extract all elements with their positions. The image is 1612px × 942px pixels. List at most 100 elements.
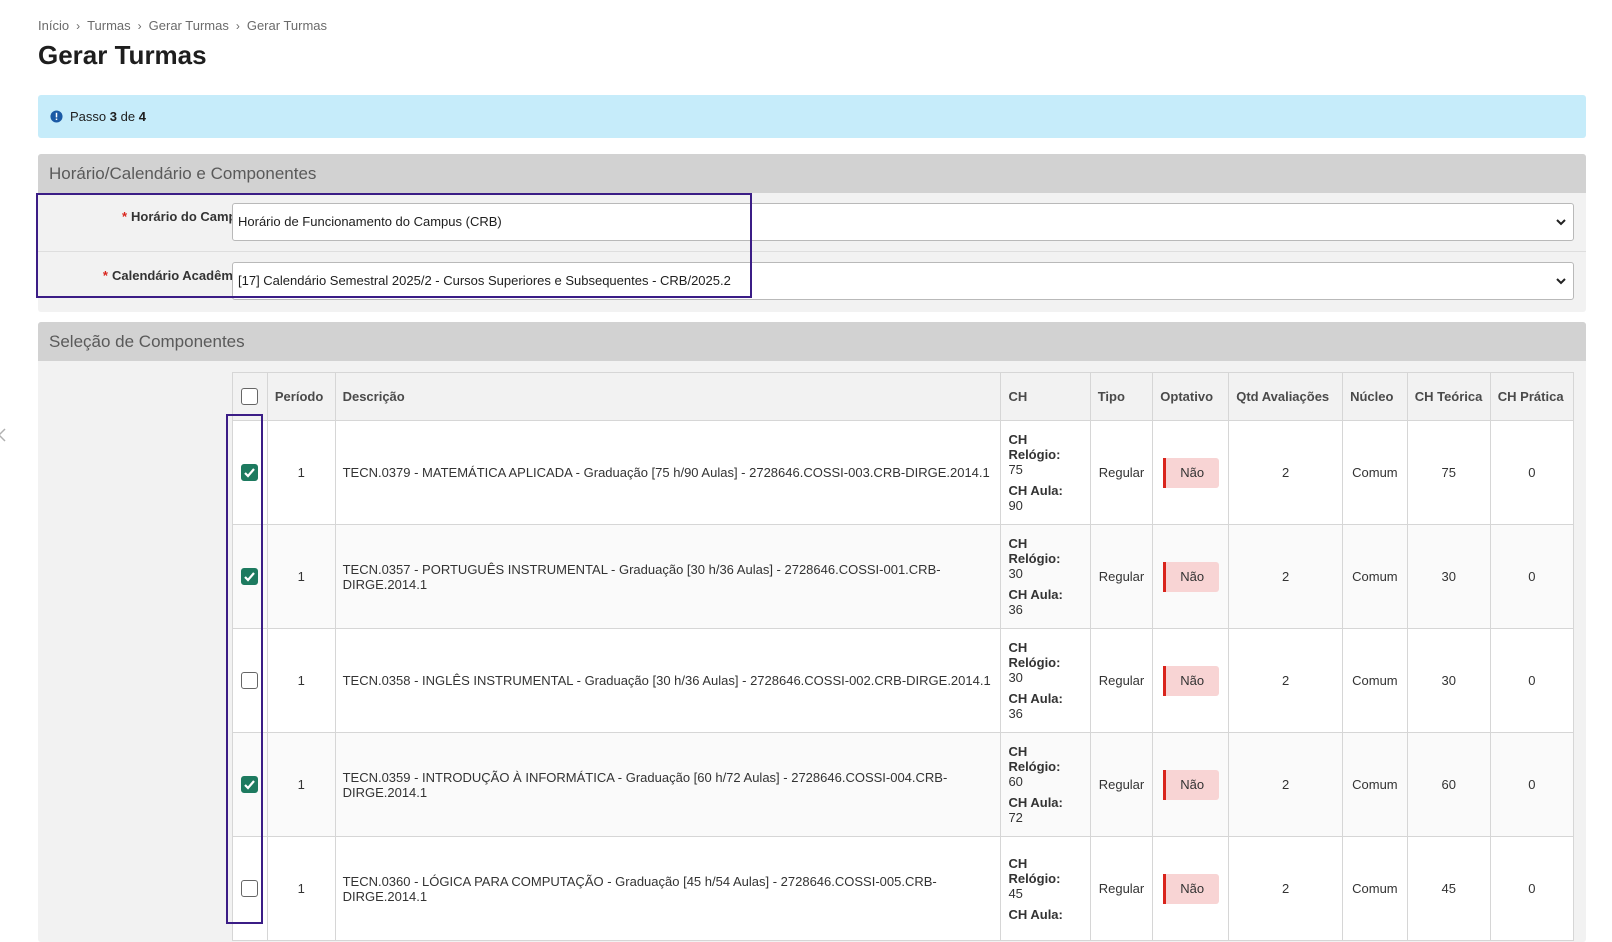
ch-aula-label: CH Aula: (1008, 483, 1063, 498)
ch-teorica-cell: 75 (1406, 420, 1491, 525)
row-checkbox[interactable] (241, 776, 259, 794)
optativo-badge: Não (1162, 561, 1219, 592)
alert-middle: de (120, 109, 136, 124)
ch-relogio-label: CH Relógio: (1008, 432, 1061, 462)
periodo-cell: 1 (266, 524, 336, 629)
row-checkbox[interactable] (241, 568, 259, 586)
column-header-qtd-avaliacoes[interactable]: Qtd Avaliações (1228, 372, 1344, 421)
nucleo-cell: Comum (1342, 524, 1408, 629)
row-select-cell (232, 524, 268, 629)
ch-cell: CH Relógio: 75 CH Aula: 90 (1000, 420, 1091, 525)
nucleo-cell: Comum (1342, 836, 1408, 941)
table-header-row: Período Descrição CH Tipo Optativo Qtd A… (232, 372, 1575, 421)
row-checkbox[interactable] (241, 464, 259, 482)
ch-relogio-value: 30 (1008, 670, 1023, 685)
ch-aula-value: 72 (1008, 810, 1023, 825)
row-select-cell (232, 836, 268, 941)
alert-prefix: Passo (70, 109, 107, 124)
table-row: 1 TECN.0379 - MATEMÁTICA APLICADA - Gradu… (232, 420, 1575, 525)
campus-schedule-row: * Horário do Campus: Horário de Funcionam… (38, 193, 1586, 252)
table-row: 1 TECN.0357 - PORTUGUÊS INSTRUMENTAL - Gr… (232, 524, 1575, 629)
chevron-down-icon (1556, 278, 1566, 285)
column-header-tipo[interactable]: Tipo (1089, 372, 1154, 421)
alert-step: 3 (109, 109, 117, 124)
collapse-sidebar-icon[interactable] (0, 428, 8, 444)
ch-relogio-label: CH Relógio: (1008, 744, 1061, 774)
breadcrumb-item-gerar-turmas[interactable]: Gerar Turmas (149, 18, 229, 33)
column-header-nucleo[interactable]: Núcleo (1342, 372, 1408, 421)
ch-pratica-cell: 0 (1489, 836, 1575, 941)
tipo-cell: Regular (1089, 732, 1154, 837)
tipo-cell: Regular (1089, 628, 1154, 733)
optativo-cell: Não (1152, 836, 1230, 941)
column-header-descricao[interactable]: Descrição (334, 372, 1002, 421)
chevron-right-icon: › (235, 18, 240, 33)
components-table-wrap: Período Descrição CH Tipo Optativo Qtd A… (232, 372, 1575, 941)
column-header-periodo[interactable]: Período (266, 372, 336, 421)
ch-aula-label: CH Aula: (1008, 906, 1063, 922)
qtd-avaliacoes-cell: 2 (1228, 524, 1344, 629)
section-title: Seleção de Componentes (38, 322, 1586, 361)
descricao-cell: TECN.0360 - LÓGICA PARA COMPUTAÇÃO - Gra… (334, 836, 1002, 941)
alert-total: 4 (138, 109, 146, 124)
qtd-avaliacoes-cell: 2 (1228, 732, 1344, 837)
column-header-ch-teorica[interactable]: CH Teórica (1406, 372, 1491, 421)
ch-teorica-cell: 45 (1406, 836, 1491, 941)
check-icon (244, 468, 256, 478)
tipo-cell: Regular (1089, 420, 1154, 525)
ch-relogio-label: CH Relógio: (1008, 640, 1061, 670)
ch-relogio-label: CH Relógio: (1008, 536, 1061, 566)
tipo-cell: Regular (1089, 836, 1154, 941)
check-icon (244, 572, 256, 582)
ch-pratica-cell: 0 (1489, 732, 1575, 837)
academic-calendar-select[interactable]: [17] Calendário Semestral 2025/2 - Curso… (232, 262, 1574, 300)
page-title: Gerar Turmas (38, 40, 207, 70)
ch-aula-label: CH Aula: (1008, 795, 1063, 810)
check-icon (244, 780, 256, 790)
ch-cell: CH Relógio: 30 CH Aula: 36 (1000, 524, 1091, 629)
table-row: 1 TECN.0358 - INGLÊS INSTRUMENTAL - Gradu… (232, 628, 1575, 733)
ch-pratica-cell: 0 (1489, 524, 1575, 629)
ch-relogio-label: CH Relógio: (1008, 855, 1061, 886)
breadcrumb: Início › Turmas › Gerar Turmas › Gerar T… (38, 18, 327, 33)
column-header-ch[interactable]: CH (1000, 372, 1091, 421)
required-marker: * (121, 209, 128, 224)
ch-teorica-cell: 30 (1406, 628, 1491, 733)
ch-aula-value: 36 (1008, 602, 1023, 617)
breadcrumb-item-current: Gerar Turmas (246, 18, 328, 33)
ch-pratica-cell: 0 (1489, 420, 1575, 525)
descricao-cell: TECN.0359 - INTRODUÇÃO À INFORMÁTICA - G… (334, 732, 1002, 837)
components-table: Período Descrição CH Tipo Optativo Qtd A… (232, 372, 1575, 941)
chevron-right-icon: › (137, 18, 142, 33)
breadcrumb-item-inicio[interactable]: Início (38, 18, 69, 33)
row-checkbox[interactable] (241, 880, 259, 898)
nucleo-cell: Comum (1342, 628, 1408, 733)
row-checkbox[interactable] (241, 672, 259, 690)
qtd-avaliacoes-cell: 2 (1228, 836, 1344, 941)
ch-cell: CH Relógio: 30 CH Aula: 36 (1000, 628, 1091, 733)
optativo-cell: Não (1152, 628, 1230, 733)
nucleo-cell: Comum (1342, 420, 1408, 525)
chevron-down-icon (1556, 219, 1566, 226)
optativo-cell: Não (1152, 732, 1230, 837)
column-header-ch-pratica[interactable]: CH Prática (1489, 372, 1575, 421)
academic-calendar-row: * Calendário Acadêmico: [17] Calendário S… (38, 252, 1586, 311)
select-all-checkbox[interactable] (241, 388, 259, 405)
campus-schedule-value: Horário de Funcionamento do Campus (CRB) (238, 214, 502, 229)
optativo-cell: Não (1152, 420, 1230, 525)
qtd-avaliacoes-cell: 2 (1228, 628, 1344, 733)
ch-relogio-value: 30 (1008, 566, 1023, 581)
ch-relogio-value: 60 (1008, 774, 1023, 789)
periodo-cell: 1 (266, 732, 336, 837)
table-row: 1 TECN.0360 - LÓGICA PARA COMPUTAÇÃO - Gr… (232, 836, 1575, 941)
breadcrumb-item-turmas[interactable]: Turmas (87, 18, 131, 33)
component-selection-section: Seleção de Componentes Período Descrição… (38, 322, 1586, 942)
required-marker: * (102, 268, 108, 283)
row-select-cell (232, 420, 268, 525)
ch-teorica-cell: 30 (1406, 524, 1491, 629)
campus-schedule-select[interactable]: Horário de Funcionamento do Campus (CRB) (232, 203, 1574, 241)
ch-relogio-value: 75 (1008, 462, 1023, 477)
info-icon (50, 110, 63, 123)
ch-cell: CH Relógio: 60 CH Aula: 72 (1000, 732, 1091, 837)
column-header-optativo[interactable]: Optativo (1152, 372, 1230, 421)
